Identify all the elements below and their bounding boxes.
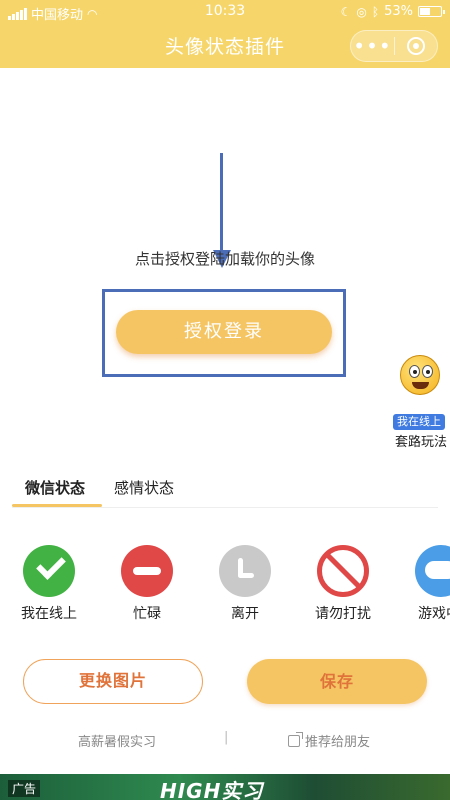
battery-percent: 53%	[384, 4, 413, 19]
internship-link[interactable]: 高薪暑假实习	[78, 731, 156, 750]
minus-icon	[121, 545, 173, 597]
share-link[interactable]: 推荐给朋友	[288, 731, 370, 750]
no-entry-icon	[317, 545, 369, 597]
annotation-arrow-line	[220, 153, 223, 255]
mini-program-capsule: •••	[350, 30, 438, 62]
footer-separator: |	[224, 730, 229, 745]
tabs-divider	[12, 507, 438, 508]
status-option-away[interactable]: 离开	[205, 545, 285, 623]
close-target-icon[interactable]	[395, 37, 437, 55]
tab-relationship-status[interactable]: 感情状态	[114, 477, 174, 498]
more-dots-icon[interactable]: •••	[351, 31, 394, 61]
moon-icon: ☾	[340, 4, 352, 19]
status-tabs: 微信状态 感情状态	[0, 470, 450, 508]
ad-tag: 广告	[8, 780, 41, 797]
face-mouth	[412, 382, 429, 389]
share-link-label: 推荐给朋友	[305, 735, 371, 750]
system-status-bar: 中国移动 ◠ 10:33 ☾ ◎ ᛒ 53%	[0, 0, 450, 24]
tricks-link[interactable]: 套路玩法	[392, 431, 450, 450]
status-right: ☾ ◎ ᛒ 53%	[340, 4, 445, 19]
change-image-button[interactable]: 更换图片	[23, 659, 203, 704]
status-label: 游戏中	[418, 606, 450, 622]
face-left-eye	[409, 365, 420, 378]
status-label: 我在线上	[21, 606, 77, 622]
status-option-gaming[interactable]: 游戏中	[401, 545, 450, 623]
clock-icon	[219, 545, 271, 597]
status-option-dnd[interactable]: 请勿打扰	[303, 545, 383, 623]
login-prompt: 点击授权登陆加载你的头像	[134, 250, 315, 268]
status-label: 离开	[231, 606, 259, 622]
lock-rotation-icon: ◎	[356, 4, 367, 19]
bluetooth-icon: ᛒ	[371, 4, 380, 19]
face-right-eye	[422, 365, 433, 378]
check-icon	[23, 545, 75, 597]
status-option-online[interactable]: 我在线上	[9, 545, 89, 623]
surprised-face-icon[interactable]	[400, 355, 440, 395]
status-option-busy[interactable]: 忙碌	[107, 545, 187, 623]
share-icon	[288, 731, 303, 747]
tab-wechat-status[interactable]: 微信状态	[25, 477, 85, 498]
battery-icon	[418, 6, 445, 17]
navigation-bar: 头像状态插件 •••	[0, 24, 450, 68]
status-label: 忙碌	[133, 606, 161, 622]
save-button[interactable]: 保存	[247, 659, 427, 704]
authorize-login-button[interactable]: 授权登录	[116, 310, 332, 354]
battery-fill	[420, 8, 431, 15]
gamepad-icon	[415, 545, 450, 597]
ad-banner[interactable]: 广告 HIGH实习	[0, 774, 450, 803]
footer-links: 高薪暑假实习 | 推荐给朋友	[0, 730, 450, 750]
online-badge[interactable]: 我在线上	[393, 414, 445, 430]
status-label: 请勿打扰	[315, 606, 371, 622]
